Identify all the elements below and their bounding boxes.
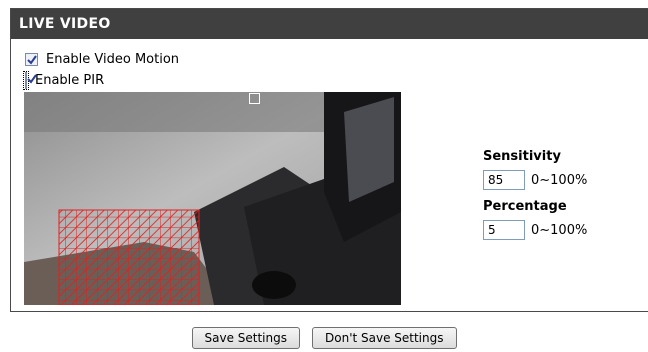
- percentage-row: 0~100%: [483, 217, 643, 243]
- enable-video-motion-row: Enable Video Motion: [25, 49, 179, 69]
- enable-pir-row: Enable PIR: [23, 70, 105, 90]
- percentage-label: Percentage: [483, 199, 567, 214]
- enable-video-motion-checkbox[interactable]: [25, 52, 38, 66]
- sensitivity-input[interactable]: [483, 170, 525, 190]
- sensitivity-range: 0~100%: [531, 172, 588, 188]
- resize-handle-icon[interactable]: [249, 93, 260, 104]
- live-video-feed[interactable]: [24, 92, 401, 305]
- percentage-range: 0~100%: [531, 222, 588, 238]
- panel-title: LIVE VIDEO: [11, 9, 648, 39]
- sensitivity-row: 0~100%: [483, 167, 643, 193]
- save-settings-button[interactable]: Save Settings: [191, 327, 300, 349]
- live-video-panel: LIVE VIDEO Enable Video Motion Enable PI…: [10, 8, 648, 312]
- enable-pir-label: Enable PIR: [35, 72, 105, 88]
- percentage-input[interactable]: [483, 220, 525, 240]
- sensitivity-label: Sensitivity: [483, 149, 561, 164]
- detection-settings: Sensitivity 0~100% Percentage 0~100%: [483, 147, 643, 247]
- checkmark-icon: [27, 73, 37, 84]
- camera-image: [24, 92, 401, 305]
- focus-ring: [23, 70, 37, 90]
- enable-pir-checkbox[interactable]: [25, 71, 37, 89]
- dont-save-settings-button[interactable]: Don't Save Settings: [312, 327, 457, 349]
- checkmark-icon: [27, 54, 37, 65]
- enable-video-motion-label: Enable Video Motion: [46, 51, 180, 67]
- action-buttons: Save Settings Don't Save Settings: [0, 327, 648, 349]
